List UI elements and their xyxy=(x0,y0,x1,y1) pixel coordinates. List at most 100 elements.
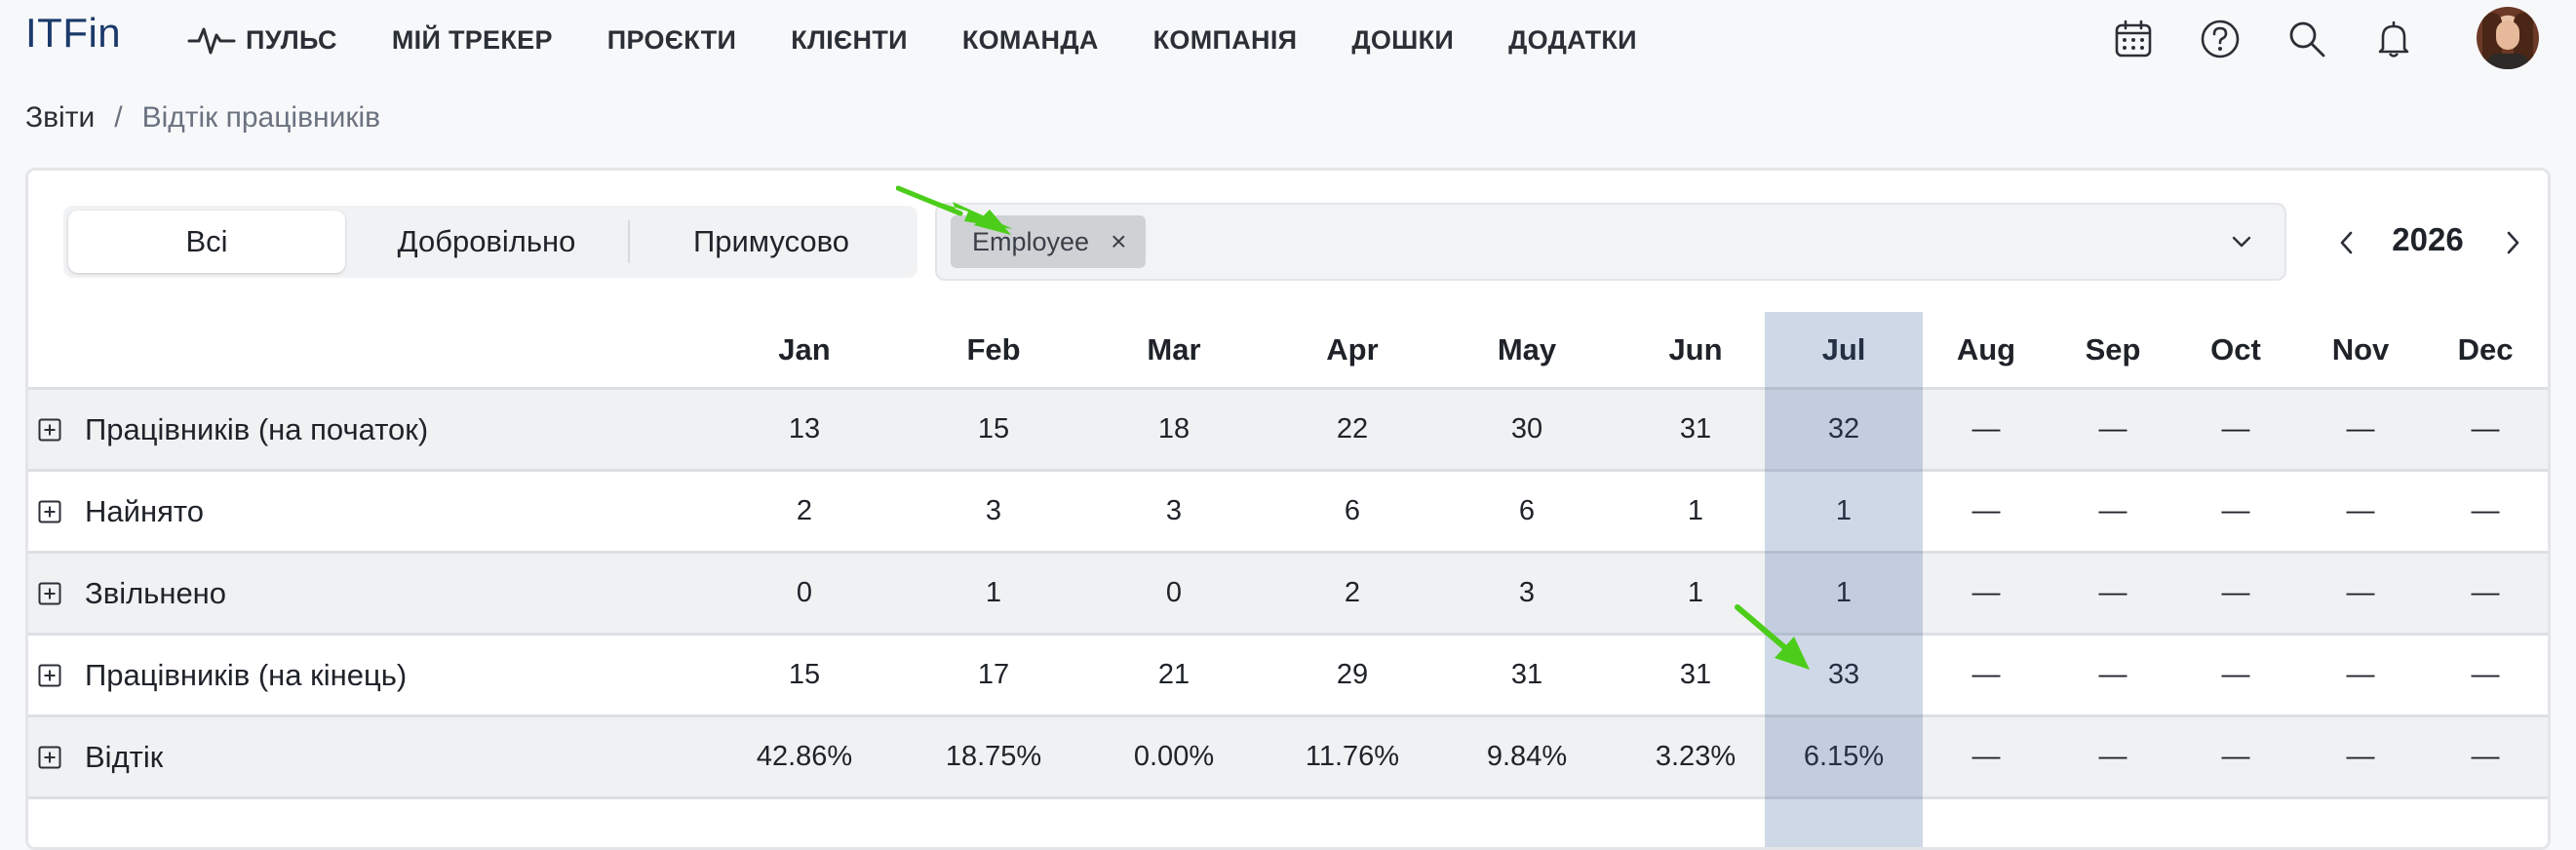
table-cell: 0.00% xyxy=(1133,741,1215,772)
year-navigator: 2026 xyxy=(2286,208,2540,276)
month-header: May xyxy=(1497,332,1557,367)
turnover-type-segmented-control: Всі Добровільно Примусово xyxy=(63,206,917,278)
expand-plus-icon[interactable] xyxy=(38,418,61,442)
table-row: Найнято 2 3 3 6 6 1 1 — — — — — xyxy=(28,472,2548,554)
nav-item-label: ПРОЄКТИ xyxy=(606,24,737,55)
help-icon[interactable] xyxy=(2200,19,2241,59)
table-cell: 1 xyxy=(1687,495,1704,526)
table-cell: — xyxy=(2221,741,2250,772)
table-cell: — xyxy=(2098,495,2127,526)
year-label: 2026 xyxy=(2392,221,2464,257)
nav-item-pulse[interactable]: ПУЛЬС xyxy=(187,23,337,57)
table-cell: 1 xyxy=(1687,577,1704,608)
chevron-left-icon[interactable] xyxy=(2325,221,2368,264)
month-header: Jul xyxy=(1821,332,1866,367)
table-cell: 6 xyxy=(1344,495,1361,526)
expand-plus-icon[interactable] xyxy=(38,664,61,687)
table-cell: 17 xyxy=(977,659,1010,690)
user-avatar[interactable] xyxy=(2477,7,2539,69)
segment-forced[interactable]: Примусово xyxy=(630,211,913,273)
table-cell: 2 xyxy=(796,495,813,526)
nav-item-label: КЛІЄНТИ xyxy=(791,24,908,55)
nav-item-company[interactable]: КОМПАНІЯ xyxy=(1153,25,1298,56)
table-cell: 42.86% xyxy=(756,741,853,772)
table-cell: — xyxy=(1971,577,2001,608)
month-header: Aug xyxy=(1956,332,2016,367)
row-label: Відтік xyxy=(85,740,164,774)
nav-item-projects[interactable]: ПРОЄКТИ xyxy=(607,25,736,56)
segment-voluntary[interactable]: Добровільно xyxy=(345,211,628,273)
report-card: Всі Добровільно Примусово Employee × 202… xyxy=(25,168,2551,850)
table-cell: — xyxy=(2221,413,2250,444)
table-cell: 1 xyxy=(1835,577,1853,608)
table-cell: 6 xyxy=(1518,495,1536,526)
table-cell: — xyxy=(2346,741,2375,772)
chevron-right-icon[interactable] xyxy=(2491,221,2534,264)
bell-icon[interactable] xyxy=(2373,19,2414,59)
chevron-down-icon[interactable] xyxy=(2230,230,2253,258)
nav-item-my-tracker[interactable]: МІЙ ТРЕКЕР xyxy=(392,25,553,56)
nav-item-clients[interactable]: КЛІЄНТИ xyxy=(791,25,908,56)
table-cell: 11.76% xyxy=(1305,741,1400,772)
table-cell: — xyxy=(2346,495,2375,526)
month-header: Nov xyxy=(2331,332,2390,367)
table-cell: 21 xyxy=(1157,659,1190,690)
expand-plus-icon[interactable] xyxy=(38,500,61,523)
table-cell: 6.15% xyxy=(1803,741,1885,772)
month-header: Sep xyxy=(2085,332,2141,367)
breadcrumb: Звіти / Відтік працівників xyxy=(25,101,380,135)
table-cell: — xyxy=(1971,741,2001,772)
chip-remove-icon[interactable]: × xyxy=(1111,226,1126,257)
segment-all[interactable]: Всі xyxy=(68,211,345,273)
table-cell: — xyxy=(2221,659,2250,690)
table-cell: — xyxy=(2471,741,2500,772)
month-header: Oct xyxy=(2210,332,2261,367)
table-cell: 32 xyxy=(1827,413,1860,444)
table-cell: — xyxy=(2221,495,2250,526)
table-row: Звільнено 0 1 0 2 3 1 1 — — — — — xyxy=(28,554,2548,636)
table-cell: 18 xyxy=(1157,413,1190,444)
table-cell: — xyxy=(2471,577,2500,608)
table-row: Відтік 42.86% 18.75% 0.00% 11.76% 9.84% 3.23% 6… xyxy=(28,717,2548,799)
nav-item-label: ДОШКИ xyxy=(1351,24,1455,55)
table-cell: 0 xyxy=(796,577,813,608)
table-cell: — xyxy=(2346,413,2375,444)
table-cell: — xyxy=(2471,659,2500,690)
month-header: Mar xyxy=(1147,332,1201,367)
table-cell: — xyxy=(2346,577,2375,608)
month-header: Dec xyxy=(2457,332,2514,367)
row-label: Найнято xyxy=(85,494,204,528)
employee-type-multiselect[interactable]: Employee × xyxy=(935,203,2286,281)
nav-item-boards[interactable]: ДОШКИ xyxy=(1351,25,1454,56)
table-cell: 3 xyxy=(1165,495,1183,526)
table-cell: — xyxy=(2098,659,2127,690)
table-cell: 1 xyxy=(1835,495,1853,526)
breadcrumb-reports-link[interactable]: Звіти xyxy=(25,101,95,135)
nav-item-label: ПУЛЬС xyxy=(246,24,337,55)
top-navigation-bar: ITFin ПУЛЬС МІЙ ТРЕКЕР ПРОЄКТИ КЛІЄНТИ К… xyxy=(0,0,2576,80)
month-header: Feb xyxy=(966,332,1021,367)
table-cell: 3 xyxy=(985,495,1002,526)
table-cell: — xyxy=(2471,495,2500,526)
nav-item-team[interactable]: КОМАНДА xyxy=(962,25,1099,56)
table-cell: 2 xyxy=(1344,577,1361,608)
pulse-icon xyxy=(187,23,236,57)
expand-plus-icon[interactable] xyxy=(38,582,61,605)
table-cell: 15 xyxy=(788,659,821,690)
row-label: Працівників (на початок) xyxy=(85,412,429,446)
nav-item-label: ДОДАТКИ xyxy=(1508,24,1637,55)
app-logo[interactable]: ITFin xyxy=(25,10,121,57)
table-cell: 15 xyxy=(977,413,1010,444)
table-cell: — xyxy=(1971,659,2001,690)
month-header: Apr xyxy=(1326,332,1379,367)
search-icon[interactable] xyxy=(2286,19,2327,59)
table-cell: — xyxy=(2346,659,2375,690)
selected-chip: Employee × xyxy=(951,215,1147,268)
table-cell: 33 xyxy=(1827,659,1860,690)
table-cell: 1 xyxy=(985,577,1002,608)
table-cell: — xyxy=(2471,413,2500,444)
expand-plus-icon[interactable] xyxy=(38,746,61,769)
calendar-icon[interactable] xyxy=(2113,19,2154,59)
breadcrumb-current: Відтік працівників xyxy=(141,101,381,134)
nav-item-addons[interactable]: ДОДАТКИ xyxy=(1508,25,1637,56)
